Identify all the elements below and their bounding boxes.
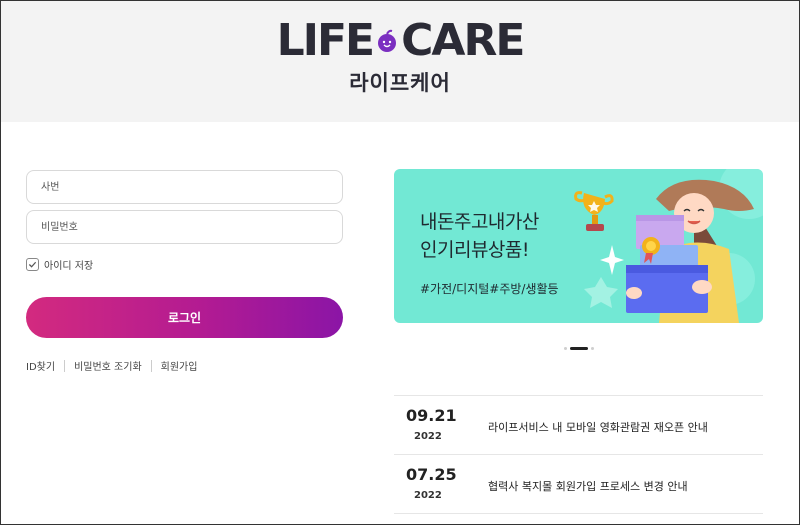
- notice-title[interactable]: 협력사 복지몰 회원가입 프로세스 변경 안내: [488, 478, 688, 494]
- notice-item[interactable]: 09.21 2022 라이프서비스 내 모바일 영화관람권 재오픈 안내: [394, 396, 763, 454]
- password-input[interactable]: [26, 210, 343, 244]
- logo-text-left: LIFE: [276, 15, 376, 66]
- reset-password-link[interactable]: 비밀번호 조기화: [74, 358, 142, 373]
- link-divider: [64, 359, 66, 372]
- remember-id-checkbox[interactable]: [26, 258, 39, 271]
- account-links: ID찾기 비밀번호 조기화 회원가입: [26, 358, 197, 373]
- login-button[interactable]: 로그인: [26, 297, 343, 338]
- notice-title[interactable]: 라이프서비스 내 모바일 영화관람권 재오픈 안내: [488, 419, 708, 435]
- header: LIFE CARE 라이프케어: [1, 1, 799, 122]
- remember-id-label: 아이디 저장: [44, 261, 94, 272]
- notice-divider: [394, 513, 763, 514]
- remember-id[interactable]: 아이디 저장: [26, 257, 93, 272]
- logo[interactable]: LIFE CARE 라이프케어: [1, 17, 799, 97]
- logo-wordmark: LIFE CARE: [276, 15, 526, 66]
- logo-korean: 라이프케어: [349, 71, 451, 95]
- notice-date: 09.21: [406, 406, 457, 425]
- notice-date: 07.25: [406, 465, 457, 484]
- apple-mascot-icon: [378, 29, 397, 52]
- logo-text-right: CARE: [401, 15, 525, 66]
- carousel-pagination: [564, 347, 594, 350]
- notice-item[interactable]: 07.25 2022 협력사 복지몰 회원가입 프로세스 변경 안내: [394, 455, 763, 513]
- find-id-link[interactable]: ID찾기: [26, 358, 55, 373]
- notice-year: 2022: [414, 490, 442, 501]
- promo-banner[interactable]: 내돈주고내가산 인기리뷰상품! #가전/디지털#주방/생활등: [394, 169, 763, 323]
- signup-link[interactable]: 회원가입: [161, 358, 198, 373]
- notice-year: 2022: [414, 431, 442, 442]
- banner-headline-1: 내돈주고내가산: [420, 211, 539, 233]
- employee-id-input[interactable]: [26, 170, 343, 204]
- check-icon: [28, 261, 37, 268]
- carousel-dot[interactable]: [564, 347, 567, 350]
- banner-headline-2: 인기리뷰상품!: [420, 239, 530, 261]
- banner-tags: #가전/디지털#주방/생활등: [420, 282, 559, 296]
- link-divider: [150, 359, 152, 372]
- carousel-dot-active[interactable]: [570, 347, 588, 350]
- carousel-dot[interactable]: [591, 347, 594, 350]
